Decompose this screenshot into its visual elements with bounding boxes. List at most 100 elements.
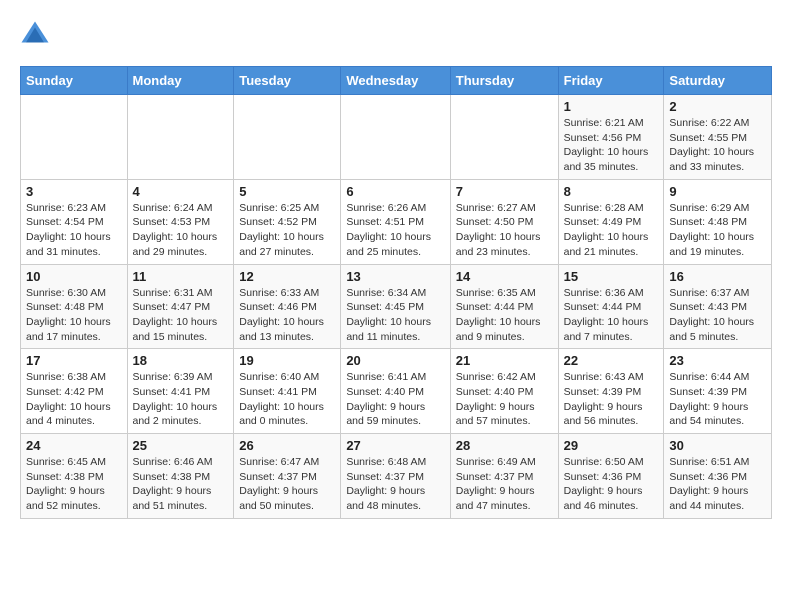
calendar-cell: 10 Sunrise: 6:30 AMSunset: 4:48 PMDayligh… [21,264,128,349]
day-info: Sunrise: 6:47 AMSunset: 4:37 PMDaylight:… [239,455,335,514]
calendar-cell: 22 Sunrise: 6:43 AMSunset: 4:39 PMDayligh… [558,349,664,434]
day-info: Sunrise: 6:22 AMSunset: 4:55 PMDaylight:… [669,116,766,175]
day-info: Sunrise: 6:21 AMSunset: 4:56 PMDaylight:… [564,116,659,175]
day-number: 27 [346,438,444,453]
day-number: 13 [346,269,444,284]
calendar-week-0: 1Sunrise: 6:21 AMSunset: 4:56 PMDaylight… [21,95,772,180]
day-number: 22 [564,353,659,368]
day-number: 21 [456,353,553,368]
calendar-cell: 23 Sunrise: 6:44 AMSunset: 4:39 PMDayligh… [664,349,772,434]
day-info: Sunrise: 6:39 AMSunset: 4:41 PMDaylight:… [133,370,229,429]
day-number: 19 [239,353,335,368]
day-header-sunday: Sunday [21,67,128,95]
calendar-cell [450,95,558,180]
day-number: 15 [564,269,659,284]
day-info: Sunrise: 6:36 AMSunset: 4:44 PMDaylight:… [564,286,659,345]
day-info: Sunrise: 6:45 AMSunset: 4:38 PMDaylight:… [26,455,122,514]
calendar-cell: 9Sunrise: 6:29 AMSunset: 4:48 PMDaylight… [664,179,772,264]
day-number: 24 [26,438,122,453]
calendar-cell: 24 Sunrise: 6:45 AMSunset: 4:38 PMDayligh… [21,434,128,519]
day-info: Sunrise: 6:35 AMSunset: 4:44 PMDaylight:… [456,286,553,345]
calendar-cell [21,95,128,180]
calendar-cell: 29Sunrise: 6:50 AMSunset: 4:36 PMDayligh… [558,434,664,519]
logo [20,20,54,50]
day-info: Sunrise: 6:24 AMSunset: 4:53 PMDaylight:… [133,201,229,260]
day-number: 5 [239,184,335,199]
day-info: Sunrise: 6:25 AMSunset: 4:52 PMDaylight:… [239,201,335,260]
calendar-week-1: 3 Sunrise: 6:23 AMSunset: 4:54 PMDaylight… [21,179,772,264]
day-info: Sunrise: 6:33 AMSunset: 4:46 PMDaylight:… [239,286,335,345]
day-info: Sunrise: 6:51 AMSunset: 4:36 PMDaylight:… [669,455,766,514]
day-header-saturday: Saturday [664,67,772,95]
day-number: 2 [669,99,766,114]
day-info: Sunrise: 6:26 AMSunset: 4:51 PMDaylight:… [346,201,444,260]
day-header-monday: Monday [127,67,234,95]
day-info: Sunrise: 6:48 AMSunset: 4:37 PMDaylight:… [346,455,444,514]
day-info: Sunrise: 6:31 AMSunset: 4:47 PMDaylight:… [133,286,229,345]
calendar-cell: 16 Sunrise: 6:37 AMSunset: 4:43 PMDayligh… [664,264,772,349]
calendar-cell [234,95,341,180]
calendar-cell: 17 Sunrise: 6:38 AMSunset: 4:42 PMDayligh… [21,349,128,434]
day-number: 18 [133,353,229,368]
calendar-cell: 7 Sunrise: 6:27 AMSunset: 4:50 PMDaylight… [450,179,558,264]
day-number: 30 [669,438,766,453]
day-info: Sunrise: 6:43 AMSunset: 4:39 PMDaylight:… [564,370,659,429]
day-number: 3 [26,184,122,199]
calendar-table: SundayMondayTuesdayWednesdayThursdayFrid… [20,66,772,519]
calendar-cell: 20 Sunrise: 6:41 AMSunset: 4:40 PMDayligh… [341,349,450,434]
day-header-wednesday: Wednesday [341,67,450,95]
calendar-cell: 18 Sunrise: 6:39 AMSunset: 4:41 PMDayligh… [127,349,234,434]
day-info: Sunrise: 6:49 AMSunset: 4:37 PMDaylight:… [456,455,553,514]
calendar-cell: 19 Sunrise: 6:40 AMSunset: 4:41 PMDayligh… [234,349,341,434]
day-info: Sunrise: 6:28 AMSunset: 4:49 PMDaylight:… [564,201,659,260]
day-number: 4 [133,184,229,199]
day-header-friday: Friday [558,67,664,95]
calendar-cell: 3 Sunrise: 6:23 AMSunset: 4:54 PMDaylight… [21,179,128,264]
day-number: 11 [133,269,229,284]
day-number: 16 [669,269,766,284]
page-header [20,20,772,50]
day-info: Sunrise: 6:41 AMSunset: 4:40 PMDaylight:… [346,370,444,429]
day-info: Sunrise: 6:40 AMSunset: 4:41 PMDaylight:… [239,370,335,429]
day-number: 6 [346,184,444,199]
calendar-cell [127,95,234,180]
day-number: 8 [564,184,659,199]
day-info: Sunrise: 6:38 AMSunset: 4:42 PMDaylight:… [26,370,122,429]
day-number: 9 [669,184,766,199]
calendar-cell: 8 Sunrise: 6:28 AMSunset: 4:49 PMDaylight… [558,179,664,264]
day-number: 20 [346,353,444,368]
calendar-cell: 4 Sunrise: 6:24 AMSunset: 4:53 PMDaylight… [127,179,234,264]
calendar-cell: 11 Sunrise: 6:31 AMSunset: 4:47 PMDayligh… [127,264,234,349]
calendar-cell: 27 Sunrise: 6:48 AMSunset: 4:37 PMDayligh… [341,434,450,519]
day-number: 7 [456,184,553,199]
logo-icon [20,20,50,50]
calendar-cell: 26 Sunrise: 6:47 AMSunset: 4:37 PMDayligh… [234,434,341,519]
calendar-header-row: SundayMondayTuesdayWednesdayThursdayFrid… [21,67,772,95]
calendar-cell: 13Sunrise: 6:34 AMSunset: 4:45 PMDayligh… [341,264,450,349]
day-info: Sunrise: 6:37 AMSunset: 4:43 PMDaylight:… [669,286,766,345]
day-info: Sunrise: 6:42 AMSunset: 4:40 PMDaylight:… [456,370,553,429]
day-info: Sunrise: 6:27 AMSunset: 4:50 PMDaylight:… [456,201,553,260]
day-info: Sunrise: 6:30 AMSunset: 4:48 PMDaylight:… [26,286,122,345]
day-number: 17 [26,353,122,368]
calendar-cell: 15 Sunrise: 6:36 AMSunset: 4:44 PMDayligh… [558,264,664,349]
calendar-cell: 12 Sunrise: 6:33 AMSunset: 4:46 PMDayligh… [234,264,341,349]
day-number: 28 [456,438,553,453]
calendar-cell: 28 Sunrise: 6:49 AMSunset: 4:37 PMDayligh… [450,434,558,519]
day-number: 26 [239,438,335,453]
calendar-cell: 21 Sunrise: 6:42 AMSunset: 4:40 PMDayligh… [450,349,558,434]
calendar-week-3: 17 Sunrise: 6:38 AMSunset: 4:42 PMDayligh… [21,349,772,434]
day-number: 14 [456,269,553,284]
day-header-tuesday: Tuesday [234,67,341,95]
day-info: Sunrise: 6:46 AMSunset: 4:38 PMDaylight:… [133,455,229,514]
calendar-cell: 6 Sunrise: 6:26 AMSunset: 4:51 PMDaylight… [341,179,450,264]
calendar-cell: 14 Sunrise: 6:35 AMSunset: 4:44 PMDayligh… [450,264,558,349]
day-number: 12 [239,269,335,284]
day-info: Sunrise: 6:23 AMSunset: 4:54 PMDaylight:… [26,201,122,260]
day-number: 10 [26,269,122,284]
day-number: 23 [669,353,766,368]
calendar-week-4: 24 Sunrise: 6:45 AMSunset: 4:38 PMDayligh… [21,434,772,519]
day-number: 25 [133,438,229,453]
day-number: 29 [564,438,659,453]
day-info: Sunrise: 6:44 AMSunset: 4:39 PMDaylight:… [669,370,766,429]
